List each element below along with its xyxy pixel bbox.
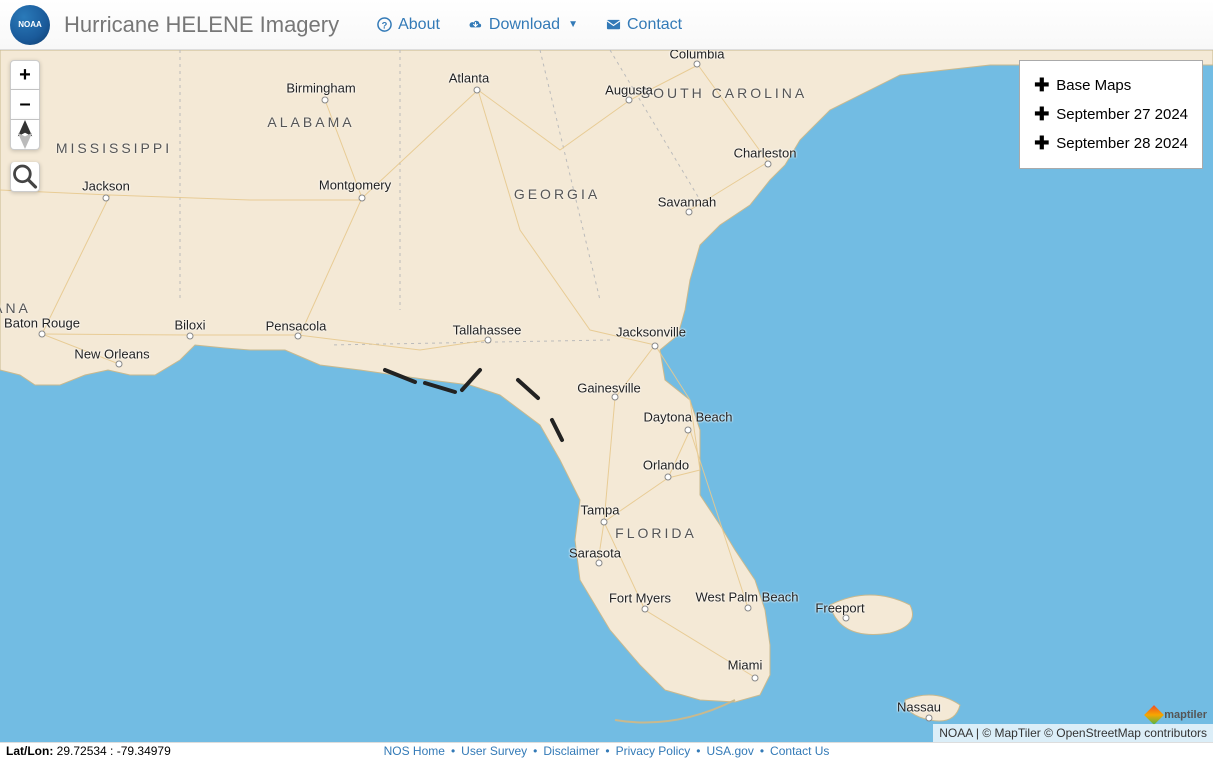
state-label: MISSISSIPPI: [56, 140, 172, 156]
city-dot: [752, 675, 759, 682]
coords-readout: Lat/Lon: 29.72534 : -79.34979: [6, 744, 171, 758]
city-label: West Palm Beach: [695, 590, 798, 605]
city-dot: [665, 474, 672, 481]
layer-sept28[interactable]: ✚ September 28 2024: [1034, 129, 1188, 158]
plus-icon: ✚: [1034, 104, 1050, 125]
city-dot: [39, 331, 46, 338]
city-dot: [626, 97, 633, 104]
plus-icon: ✚: [1034, 133, 1050, 154]
city-label: Orlando: [643, 458, 689, 473]
svg-text:?: ?: [382, 20, 388, 30]
city-label: Nassau: [897, 700, 941, 715]
city-label: Tallahassee: [453, 323, 522, 338]
envelope-icon: [606, 17, 621, 32]
city-label: Pensacola: [266, 319, 327, 334]
city-label: Sarasota: [569, 546, 621, 561]
coords-value: 29.72534 : -79.34979: [57, 744, 171, 758]
layer-basemaps[interactable]: ✚ Base Maps: [1034, 71, 1188, 100]
city-label: Montgomery: [319, 178, 391, 193]
city-dot: [843, 615, 850, 622]
map-canvas[interactable]: MISSISSIPPI ALABAMA GEORGIA SOUTH CAROLINA F…: [0, 50, 1213, 742]
zoom-in-button[interactable]: +: [10, 60, 40, 90]
map-controls: + –: [10, 60, 40, 192]
layer-label: Base Maps: [1056, 77, 1131, 94]
footer-links: NOS Home• User Survey• Disclaimer• Priva…: [384, 744, 830, 758]
bottom-bar: Lat/Lon: 29.72534 : -79.34979 NOS Home• …: [0, 742, 1213, 758]
city-label: Daytona Beach: [644, 410, 733, 425]
state-label: ALABAMA: [267, 114, 354, 130]
city-dot: [474, 87, 481, 94]
nav-about-label: About: [398, 16, 440, 34]
city-dot: [103, 195, 110, 202]
chevron-down-icon: ▼: [568, 19, 578, 30]
city-dot: [926, 715, 933, 722]
nav-about[interactable]: ? About: [363, 6, 454, 44]
nav-download[interactable]: Download ▼: [454, 6, 592, 44]
city-label: Jackson: [82, 179, 130, 194]
city-label: Birmingham: [286, 81, 355, 96]
city-dot: [745, 605, 752, 612]
nav-download-label: Download: [489, 16, 560, 34]
maptiler-text: maptiler: [1164, 709, 1207, 721]
question-circle-icon: ?: [377, 17, 392, 32]
state-label: GEORGIA: [514, 186, 600, 202]
city-dot: [685, 427, 692, 434]
city-dot: [322, 97, 329, 104]
footer-nos-home[interactable]: NOS Home: [384, 744, 445, 758]
city-label: Freeport: [815, 601, 864, 616]
city-dot: [601, 519, 608, 526]
city-label: Augusta: [605, 83, 653, 98]
coords-label: Lat/Lon:: [6, 744, 53, 758]
city-label: Gainesville: [577, 381, 641, 396]
page-title: Hurricane HELENE Imagery: [64, 12, 339, 38]
reset-north-button[interactable]: [10, 120, 40, 150]
footer-privacy[interactable]: Privacy Policy: [616, 744, 691, 758]
city-dot: [765, 161, 772, 168]
city-dot: [694, 61, 701, 68]
city-dot: [359, 195, 366, 202]
city-label: Jacksonville: [616, 325, 686, 340]
city-dot: [652, 343, 659, 350]
city-label: Charleston: [734, 146, 797, 161]
city-label: Miami: [728, 658, 763, 673]
state-label: FLORIDA: [615, 525, 697, 541]
city-label: Fort Myers: [609, 591, 671, 606]
zoom-out-button[interactable]: –: [10, 90, 40, 120]
layer-label: September 28 2024: [1056, 135, 1188, 152]
diamond-icon: [1144, 705, 1164, 725]
city-label: Columbia: [670, 50, 725, 62]
city-label: Atlanta: [449, 71, 489, 86]
layer-label: September 27 2024: [1056, 106, 1188, 123]
nav-contact-label: Contact: [627, 16, 682, 34]
state-label: SOUTH CAROLINA: [641, 85, 807, 101]
city-label: Biloxi: [174, 318, 205, 333]
noaa-logo: NOAA: [10, 5, 50, 45]
maptiler-logo[interactable]: maptiler: [1147, 708, 1207, 722]
cloud-download-icon: [468, 17, 483, 32]
footer-user-survey[interactable]: User Survey: [461, 744, 527, 758]
city-dot: [187, 333, 194, 340]
attribution: NOAA | © MapTiler © OpenStreetMap contri…: [933, 724, 1213, 742]
nav-contact[interactable]: Contact: [592, 6, 696, 44]
layer-sept27[interactable]: ✚ September 27 2024: [1034, 100, 1188, 129]
footer-usagov[interactable]: USA.gov: [706, 744, 753, 758]
search-button[interactable]: [10, 162, 40, 192]
city-label: Baton Rouge: [4, 316, 80, 331]
navbar: NOAA Hurricane HELENE Imagery ? About Do…: [0, 0, 1213, 50]
city-dot: [116, 361, 123, 368]
city-dot: [295, 333, 302, 340]
city-dot: [686, 209, 693, 216]
city-label: Savannah: [658, 195, 717, 210]
plus-icon: ✚: [1034, 75, 1050, 96]
city-label: Tampa: [580, 503, 619, 518]
city-dot: [596, 560, 603, 567]
state-label: ANA: [0, 300, 31, 316]
nav-links: ? About Download ▼ Contact: [363, 6, 696, 44]
city-dot: [485, 337, 492, 344]
footer-disclaimer[interactable]: Disclaimer: [543, 744, 599, 758]
city-label: New Orleans: [74, 347, 149, 362]
layer-panel: ✚ Base Maps ✚ September 27 2024 ✚ Septem…: [1019, 60, 1203, 169]
city-dot: [642, 606, 649, 613]
footer-contact[interactable]: Contact Us: [770, 744, 829, 758]
